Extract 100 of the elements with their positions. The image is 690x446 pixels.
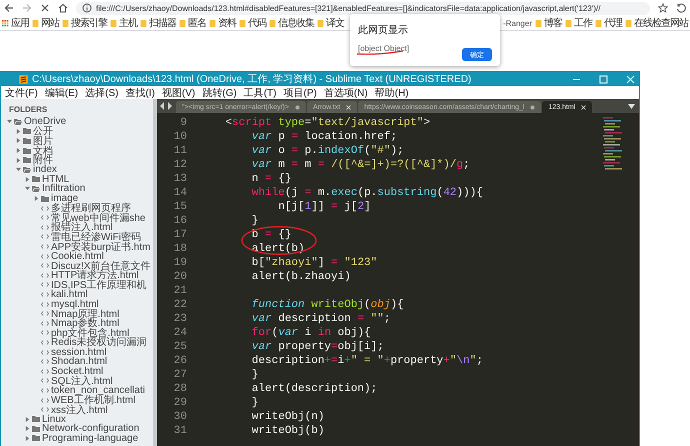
file-item[interactable]: kali.html: [1, 290, 153, 300]
folder-item[interactable]: Programing-language: [1, 434, 153, 444]
folder-item[interactable]: Network-configuration: [1, 424, 153, 434]
folder-icon: [62, 20, 69, 26]
dropdown-icon[interactable]: [628, 104, 635, 108]
code-file-icon: [41, 350, 49, 355]
line-number: 17: [172, 229, 188, 241]
tab-scroll-arrows-icon[interactable]: [159, 102, 173, 110]
file-item[interactable]: xss注入.html: [1, 404, 153, 414]
bookmark[interactable]: 搜索引擎: [62, 16, 107, 30]
folder-icon: [565, 20, 572, 26]
file-item[interactable]: Cookie.html: [1, 251, 153, 261]
file-item[interactable]: session.html: [1, 347, 153, 357]
menu-item[interactable]: 帮助(H): [374, 86, 409, 100]
line-number: 24: [172, 327, 188, 339]
maximize-icon[interactable]: [599, 74, 608, 84]
line-number: 22: [172, 299, 188, 311]
folder-item[interactable]: image: [1, 194, 153, 204]
menu-item[interactable]: 选择(S): [85, 86, 118, 100]
file-item[interactable]: mysql.html: [1, 299, 153, 309]
bookmark[interactable]: 资料: [209, 16, 236, 30]
file-item[interactable]: token_non_cancellati: [1, 386, 153, 396]
code-file-icon: [41, 206, 49, 211]
menu-item[interactable]: 文件(F): [5, 86, 38, 100]
bookmark[interactable]: 博客: [535, 16, 562, 30]
folder-item[interactable]: OneDrive: [1, 117, 153, 127]
folder-item[interactable]: 图片: [1, 136, 153, 146]
file-item[interactable]: APP安装burp证书.htm: [1, 242, 153, 252]
line-number: 16: [172, 215, 188, 227]
menu-item[interactable]: 视图(V): [162, 86, 196, 100]
line-number: 25: [172, 341, 188, 353]
folder-icon: [595, 20, 602, 26]
file-item[interactable]: 常见web中间件漏she: [1, 212, 153, 223]
file-item[interactable]: Shodan.html: [1, 356, 153, 366]
code-file-icon: [41, 302, 49, 307]
menu-item[interactable]: 编辑(E): [44, 86, 78, 100]
file-item[interactable]: Nmap原理.html: [1, 308, 153, 318]
bookmark[interactable]: 在线检查网站: [625, 16, 688, 30]
file-item[interactable]: HTTP请求方法.html: [1, 270, 153, 280]
bookmark[interactable]: 应用: [2, 16, 29, 30]
file-item[interactable]: Nmap参数.html: [1, 318, 153, 328]
code-file-icon: [41, 368, 49, 374]
bookmark[interactable]: 主机: [110, 16, 137, 30]
line-number: 14: [172, 187, 188, 199]
code-line: }: [250, 397, 258, 409]
menu-item[interactable]: 项目(P): [284, 86, 317, 100]
bookmark[interactable]: 译文: [317, 16, 344, 30]
folder-item[interactable]: Infiltration: [1, 184, 153, 194]
bookmark[interactable]: 代理: [595, 16, 622, 30]
bookmark[interactable]: 代码: [239, 16, 266, 30]
bookmark[interactable]: -Ranger: [503, 18, 532, 28]
back-arrow-icon[interactable]: [4, 3, 14, 13]
folder-icon: [32, 176, 40, 182]
folder-item[interactable]: Linux: [1, 414, 153, 424]
menu-item[interactable]: 首选项(N): [324, 86, 368, 100]
line-number: 20: [172, 271, 188, 283]
code-file-icon: [41, 330, 49, 336]
line-number: 27: [172, 369, 188, 381]
file-item[interactable]: 报错注入.html: [1, 222, 153, 232]
file-item[interactable]: Discuz!X前台任意文件: [1, 260, 153, 270]
code-file-icon: [41, 282, 49, 288]
folder-item[interactable]: 公开: [1, 126, 153, 136]
menu-item[interactable]: 查找(I): [125, 86, 155, 100]
line-number: 18: [172, 243, 188, 255]
bookmark[interactable]: 工作: [565, 16, 592, 30]
code-line: function writeObj(obj){: [250, 299, 404, 311]
dialog-title: 此网页显示: [358, 24, 408, 37]
bookmark[interactable]: 匿名: [179, 16, 206, 30]
code-file-icon: [41, 359, 49, 364]
file-item[interactable]: 雷电已经渗WiFi密码: [1, 232, 153, 242]
folder-item[interactable]: 文档: [1, 146, 153, 156]
file-item[interactable]: SQL注入.html: [1, 376, 153, 386]
folder-icon: [209, 20, 216, 26]
history-icon[interactable]: [676, 3, 686, 13]
file-item[interactable]: WEB工作机制.html: [1, 395, 153, 405]
line-number: 15: [172, 201, 188, 213]
bookmark[interactable]: 信息收集: [269, 16, 314, 30]
line-number: 19: [172, 257, 188, 269]
code-line: var o = p.indexOf("#");: [250, 145, 404, 157]
line-number: 30: [172, 411, 188, 423]
folder-item[interactable]: HTML: [1, 174, 153, 184]
file-item[interactable]: Redis未授权访问漏洞: [1, 338, 153, 348]
address-bar[interactable]: file:///C:/Users/zhaoy/Downloads/123.html#disabledFeatures=[321]&enabledFeatures=[]&indicatorsFile=data:application/javascript,alert('123')//: [76, 2, 650, 14]
line-number: 21: [172, 285, 188, 297]
bookmark[interactable]: 扫描器: [140, 16, 176, 30]
file-item[interactable]: Socket.html: [1, 366, 153, 376]
file-item[interactable]: 多进程刷网页程序: [1, 203, 153, 213]
file-item[interactable]: IDS,IPS工作原理和机: [1, 280, 153, 290]
bookmark[interactable]: 网站: [32, 16, 59, 30]
close-icon[interactable]: [40, 3, 50, 13]
folder-icon: [110, 20, 117, 26]
folder-item[interactable]: index: [1, 164, 153, 175]
menu-item[interactable]: 跳转(G): [202, 86, 237, 100]
menu-item[interactable]: 工具(T): [244, 86, 276, 100]
home-icon[interactable]: [58, 3, 68, 13]
code-file-icon: [41, 272, 49, 278]
folder-item[interactable]: 附件: [1, 155, 153, 165]
star-icon[interactable]: [658, 3, 668, 13]
file-item[interactable]: php文件包含.html: [1, 328, 153, 338]
code-file-icon: [41, 388, 49, 393]
